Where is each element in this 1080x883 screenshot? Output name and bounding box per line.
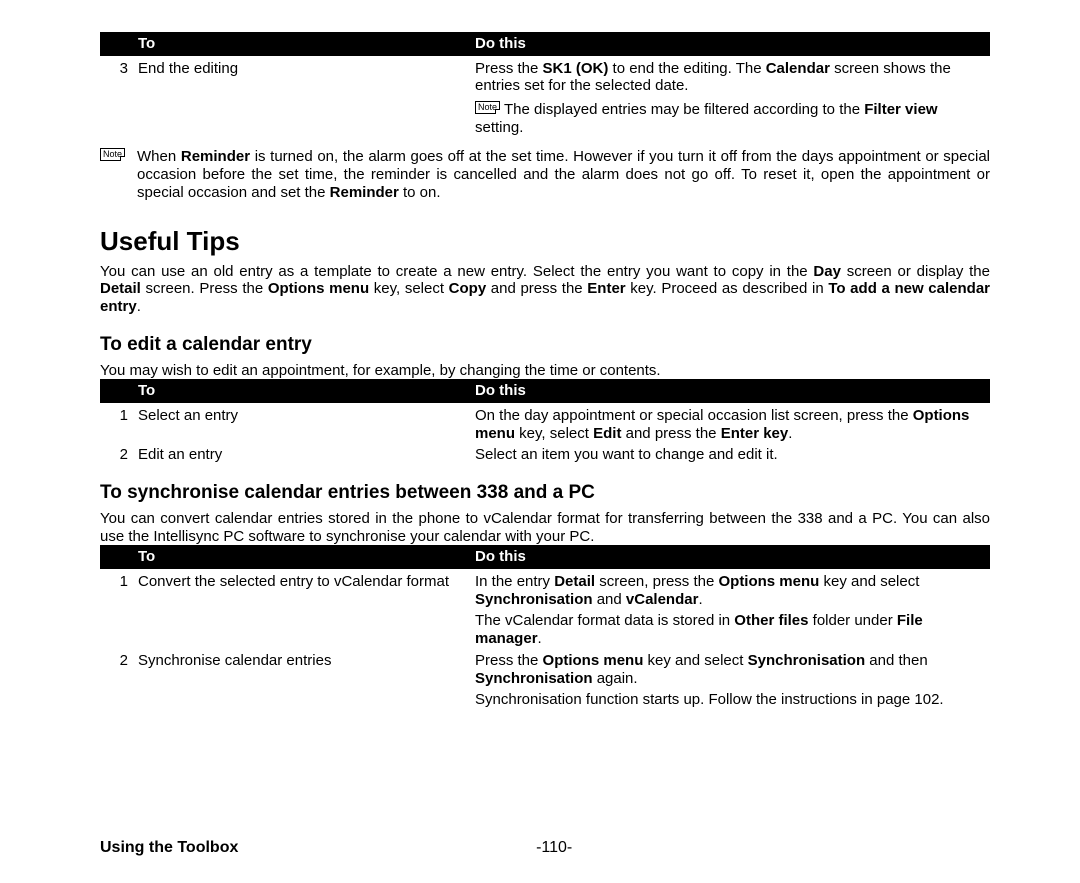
th-to: To (132, 32, 469, 56)
th-to: To (132, 545, 469, 569)
bold: Day (813, 263, 841, 280)
table-row: 2 Synchronise calendar entries Press the… (100, 648, 990, 709)
text: . (788, 425, 792, 442)
bold: Filter view (864, 101, 937, 118)
text: and then (865, 652, 928, 669)
step-do: Select an item you want to change and ed… (469, 442, 990, 464)
text: and press the (486, 280, 587, 297)
text: key, select (515, 425, 593, 442)
useful-tips-paragraph: You can use an old entry as a template t… (100, 263, 990, 316)
page-footer: Using the Toolbox -110- (100, 839, 990, 857)
bold: Options menu (718, 573, 819, 590)
bold: Edit (593, 425, 621, 442)
bold: Copy (449, 280, 487, 297)
step-to: End the editing (132, 56, 469, 95)
text: screen. Press the (141, 280, 268, 297)
step-to: Convert the selected entry to vCalendar … (132, 569, 469, 648)
bold: Other files (734, 612, 808, 629)
bold: Enter (587, 280, 625, 297)
th-step (100, 379, 132, 403)
page-number: -110- (238, 839, 870, 857)
bold: Enter key (721, 425, 789, 442)
text: screen, press the (595, 573, 718, 590)
text: You can use an old entry as a template t… (100, 263, 813, 280)
manual-page: To Do this 3 End the editing Press the S… (0, 0, 1080, 883)
table-row: 1 Convert the selected entry to vCalenda… (100, 569, 990, 648)
step-to: Edit an entry (132, 442, 469, 464)
text: and (593, 591, 626, 608)
step-number: 2 (100, 648, 132, 709)
text: The displayed entries may be filtered ac… (504, 101, 864, 118)
th-do: Do this (469, 32, 990, 56)
text: setting. (475, 119, 523, 136)
global-note: Note When Reminder is turned on, the ala… (100, 148, 990, 201)
bold: Synchronisation (475, 670, 593, 687)
th-do: Do this (469, 545, 990, 569)
text: . (698, 591, 702, 608)
text: key and select (819, 573, 919, 590)
bold: Calendar (766, 60, 830, 77)
text: to end the editing. The (608, 60, 765, 77)
step-number: 2 (100, 442, 132, 464)
table-row: 2 Edit an entry Select an item you want … (100, 442, 990, 464)
heading-sync: To synchronise calendar entries between … (100, 482, 990, 504)
step-do: Press the Options menu key and select Sy… (469, 648, 990, 709)
text: key and select (643, 652, 747, 669)
note-icon: Note (100, 148, 125, 161)
table-note-row: Note The displayed entries may be filtere… (100, 95, 990, 140)
th-to: To (132, 379, 469, 403)
bold: Synchronisation (475, 591, 593, 608)
table-row: 3 End the editing Press the SK1 (OK) to … (100, 56, 990, 95)
table-edit-entry: To Do this 1 Select an entry On the day … (100, 379, 990, 464)
step-number: 1 (100, 569, 132, 648)
bold: Reminder (181, 148, 250, 165)
bold: Detail (554, 573, 595, 590)
table-row: 1 Select an entry On the day appointment… (100, 403, 990, 442)
text: to on. (399, 184, 441, 201)
table-end-editing: To Do this 3 End the editing Press the S… (100, 32, 990, 140)
text: Press the (475, 60, 543, 77)
bold: Detail (100, 280, 141, 297)
text: folder under (808, 612, 896, 629)
text: and press the (621, 425, 720, 442)
step-do: In the entry Detail screen, press the Op… (469, 569, 990, 648)
text: Press the (475, 652, 543, 669)
table-sync: To Do this 1 Convert the selected entry … (100, 545, 990, 709)
text: On the day appointment or special occasi… (475, 407, 913, 424)
bold: Options menu (543, 652, 644, 669)
text: Synchronisation function starts up. Foll… (475, 691, 984, 709)
text: When (137, 148, 181, 165)
step-to: Synchronise calendar entries (132, 648, 469, 709)
bold: SK1 (OK) (543, 60, 609, 77)
text: again. (593, 670, 638, 687)
step-number: 3 (100, 56, 132, 95)
bold: Synchronisation (748, 652, 866, 669)
text: is turned on, the alarm goes off at the … (137, 148, 990, 200)
text: The vCalendar format data is stored in (475, 612, 734, 629)
step-do: On the day appointment or special occasi… (469, 403, 990, 442)
th-step (100, 545, 132, 569)
text: . (137, 298, 141, 315)
text: . (538, 630, 542, 647)
note-icon: Note (475, 101, 500, 114)
bold: vCalendar (626, 591, 699, 608)
heading-useful-tips: Useful Tips (100, 226, 990, 257)
text: key, select (369, 280, 449, 297)
th-do: Do this (469, 379, 990, 403)
text: key. Proceed as described in (626, 280, 829, 297)
text: screen or display the (841, 263, 990, 280)
step-do: Press the SK1 (OK) to end the editing. T… (469, 56, 990, 95)
text: In the entry (475, 573, 554, 590)
bold: Options menu (268, 280, 369, 297)
step-number: 1 (100, 403, 132, 442)
step-to: Select an entry (132, 403, 469, 442)
footer-section: Using the Toolbox (100, 839, 238, 857)
edit-intro: You may wish to edit an appointment, for… (100, 362, 990, 380)
bold: Reminder (330, 184, 399, 201)
heading-edit-entry: To edit a calendar entry (100, 334, 990, 356)
th-step (100, 32, 132, 56)
sync-intro: You can convert calendar entries stored … (100, 510, 990, 545)
